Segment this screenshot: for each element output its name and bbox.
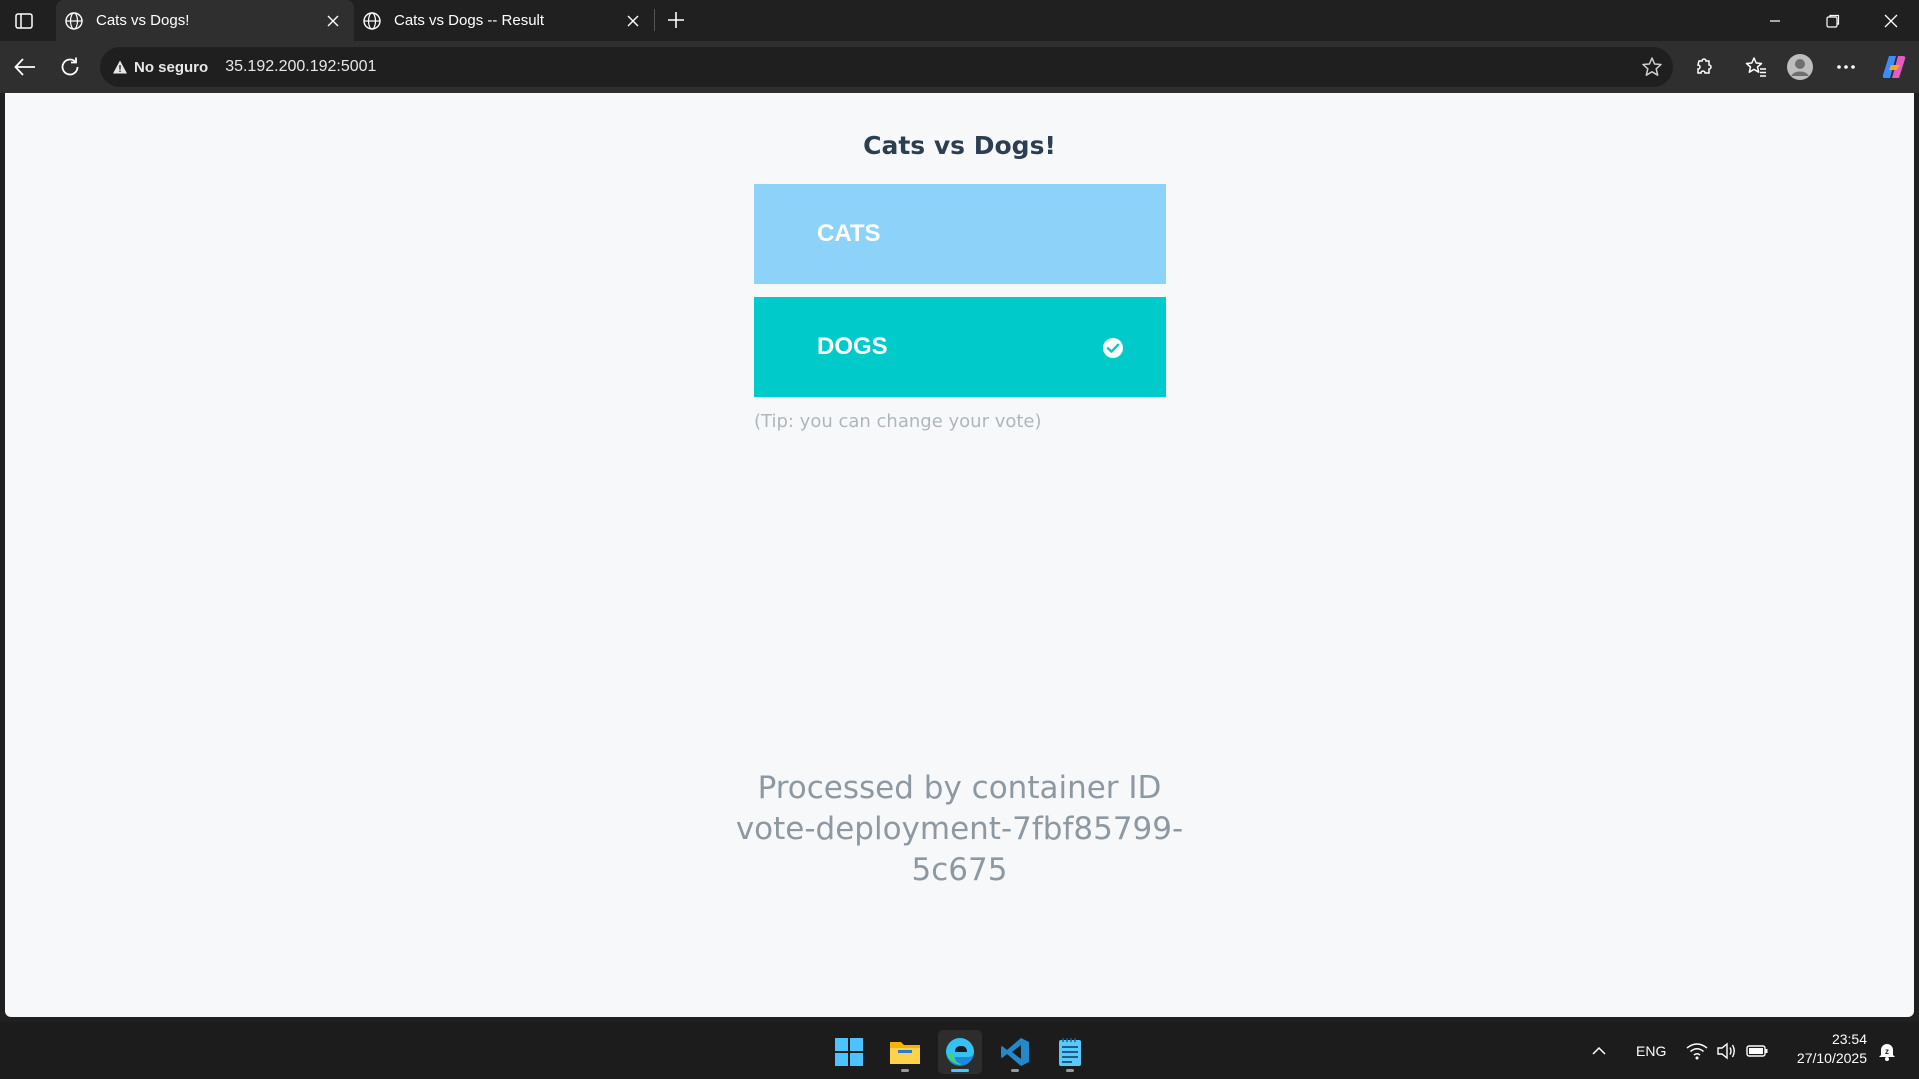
favorite-star-icon[interactable] [1641, 56, 1663, 78]
page-title: Cats vs Dogs! [863, 131, 1056, 160]
wifi-icon[interactable] [1686, 1022, 1708, 1079]
clock-date: 27/10/2025 [1796, 1050, 1867, 1066]
security-status[interactable]: No seguro [134, 59, 208, 76]
restore-icon[interactable] [1810, 0, 1856, 41]
processed-line-3: 5c675 [911, 852, 1008, 888]
sidebar-toggle-icon[interactable] [12, 10, 36, 32]
language-indicator[interactable]: ENG [1636, 1022, 1666, 1079]
globe-icon [65, 11, 83, 30]
vote-dogs-button[interactable]: DOGS [754, 297, 1166, 397]
minimize-icon[interactable] [1752, 0, 1798, 41]
notepad-icon[interactable] [1048, 1030, 1092, 1074]
edge-icon[interactable] [938, 1030, 982, 1074]
tab-separator [654, 9, 655, 31]
tab-title: Cats vs Dogs -- Result [394, 12, 545, 29]
close-tab-icon[interactable] [322, 10, 344, 32]
check-circle-icon [1103, 338, 1123, 358]
vote-cats-button[interactable]: CATS [754, 184, 1166, 284]
url-text[interactable]: 35.192.200.192:5001 [225, 58, 376, 76]
svg-text:z: z [1885, 1047, 1889, 1056]
more-menu-icon[interactable] [1832, 53, 1860, 81]
back-arrow-icon[interactable] [11, 53, 39, 81]
volume-icon[interactable] [1716, 1022, 1736, 1079]
vote-cats-label: CATS [817, 220, 881, 247]
vote-tip: (Tip: you can change your vote) [754, 411, 1042, 432]
page-viewport: Cats vs Dogs! CATS DOGS (Tip: you can ch… [5, 93, 1914, 1017]
tab-cats-vs-dogs[interactable]: Cats vs Dogs! [56, 0, 354, 41]
close-window-icon[interactable] [1868, 0, 1914, 41]
browser-toolbar: No seguro 35.192.200.192:5001 [0, 41, 1919, 93]
show-hidden-icons-icon[interactable] [1591, 1022, 1607, 1079]
close-tab-icon[interactable] [622, 10, 644, 32]
profile-avatar-icon[interactable] [1786, 53, 1814, 81]
file-explorer-icon[interactable] [883, 1030, 927, 1074]
battery-icon[interactable] [1746, 1022, 1768, 1079]
notifications-icon[interactable]: z [1877, 1022, 1897, 1079]
vote-dogs-label: DOGS [817, 333, 888, 360]
new-tab-icon[interactable] [664, 8, 688, 32]
processed-line-2: vote-deployment-7fbf85799- [735, 811, 1184, 847]
tab-cats-vs-dogs-result[interactable]: Cats vs Dogs -- Result [354, 0, 654, 41]
windows-taskbar: ENG 23:54 27/10/2025 z [0, 1022, 1919, 1079]
tab-bar: Cats vs Dogs! Cats vs Dogs -- Result [0, 0, 1919, 41]
vscode-icon[interactable] [993, 1030, 1037, 1074]
system-clock[interactable]: 23:54 27/10/2025 [1797, 1030, 1867, 1068]
windows-start-icon[interactable] [827, 1030, 871, 1074]
globe-icon [363, 11, 381, 30]
reload-icon[interactable] [56, 53, 84, 81]
extensions-icon[interactable] [1690, 53, 1718, 81]
favorites-icon[interactable] [1742, 53, 1770, 81]
copilot-icon[interactable] [1880, 53, 1908, 81]
clock-time: 23:54 [1831, 1031, 1867, 1047]
processed-line-1: Processed by container ID [757, 770, 1162, 806]
address-bar[interactable]: No seguro 35.192.200.192:5001 [100, 47, 1673, 87]
warning-icon [113, 60, 127, 74]
container-id-info: Processed by container ID vote-deploymen… [5, 768, 1914, 891]
tab-title: Cats vs Dogs! [96, 12, 190, 29]
